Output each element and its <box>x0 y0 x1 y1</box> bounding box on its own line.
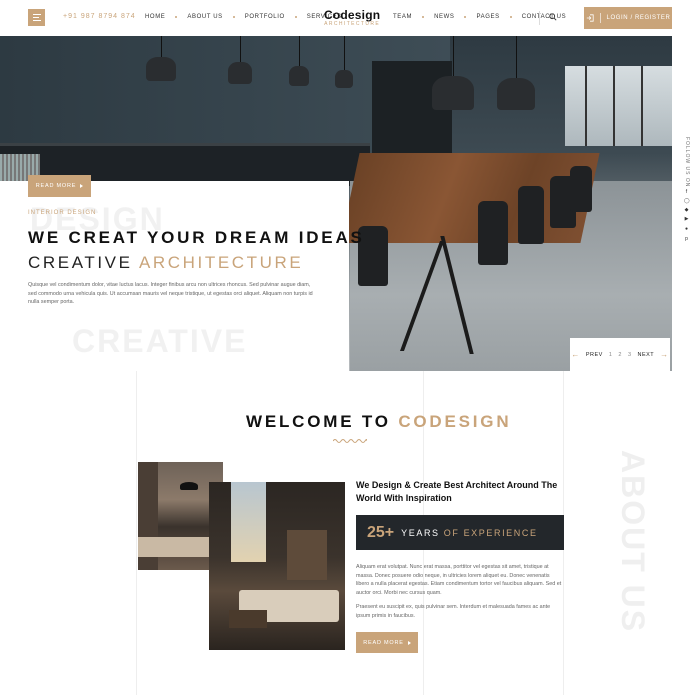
divider <box>599 13 601 23</box>
nav-item-team[interactable]: TEAM <box>393 14 412 20</box>
pinterest-icon[interactable]: p <box>684 237 689 242</box>
hero-subtitle-plain: CREATIVE <box>28 253 133 272</box>
facebook-icon[interactable]: f <box>684 190 689 195</box>
living-room-image <box>209 482 345 650</box>
welcome-title-accent: CODESIGN <box>398 412 512 431</box>
about-us-ghost-text: ABOUT US <box>615 450 651 634</box>
arrow-right-icon <box>407 640 411 645</box>
logo-title: Codesign <box>324 8 381 22</box>
search-icon[interactable] <box>549 13 557 21</box>
divider <box>539 11 540 25</box>
hero-subtitle-accent: ARCHITECTURE <box>138 253 304 272</box>
experience-box: 25+ YEARS OF EXPERIENCE <box>356 515 564 550</box>
slider-nav: ← PREV 1 2 3 NEXT → <box>570 338 670 371</box>
nav-item-pages[interactable]: PAGES <box>476 14 499 20</box>
nav-dot <box>464 16 467 18</box>
nav-item-news[interactable]: NEWS <box>434 14 454 20</box>
experience-years: YEARS <box>401 527 440 538</box>
site-logo[interactable]: Codesign ARCHITECTURE <box>324 8 380 27</box>
hero-card: DESIGN CREATIVE INTERIOR DESIGN WE CREAT… <box>0 181 362 371</box>
site-header: +91 987 8794 874 HOME ABOUT US PORTFOLIO… <box>0 0 700 36</box>
wavy-divider-icon <box>333 439 367 443</box>
about-read-more-button[interactable]: READ MORE <box>356 632 418 653</box>
nav-item-about-us[interactable]: ABOUT US <box>187 14 222 20</box>
nav-item-home[interactable]: HOME <box>145 14 165 20</box>
experience-accent: OF EXPERIENCE <box>443 527 538 538</box>
nav-right: TEAM NEWS PAGES CONTACT US <box>393 14 566 20</box>
about-heading: We Design & Create Best Architect Around… <box>356 480 558 503</box>
nav-dot <box>509 16 512 18</box>
nav-dot <box>175 16 178 18</box>
slider-page[interactable]: 1 <box>609 352 613 358</box>
hero-tag: INTERIOR DESIGN <box>28 210 97 216</box>
grid-line <box>136 371 137 695</box>
about-paragraph: Praesent eu suscipit ex, quis pulvinar s… <box>356 604 551 619</box>
slider-next[interactable]: NEXT <box>638 352 655 358</box>
hero-title: WE CREAT YOUR DREAM IDEAS <box>28 228 365 247</box>
ghost-text: CREATIVE <box>72 323 248 359</box>
follow-us-label: FOLLOW US ON <box>684 137 690 188</box>
login-label: LOGIN / REGISTER <box>606 15 671 21</box>
about-paragraph: Aliquam erat volutpat. Nunc erat massa, … <box>356 564 562 596</box>
hero-description: Quisque vel condimentum dolor, vitae luc… <box>28 282 313 306</box>
youtube-icon[interactable]: ▶ <box>684 217 689 222</box>
welcome-title-plain: WELCOME TO <box>246 412 391 431</box>
arrow-right-icon <box>80 184 84 188</box>
hero-slider: DESIGN CREATIVE INTERIOR DESIGN WE CREAT… <box>0 36 672 371</box>
nav-item-portfolio[interactable]: PORTFOLIO <box>245 14 285 20</box>
arrow-right-icon[interactable]: → <box>660 350 669 359</box>
skype-icon[interactable]: ● <box>684 227 689 232</box>
phone-number[interactable]: +91 987 8794 874 <box>63 13 136 20</box>
read-more-label: READ MORE <box>363 639 404 646</box>
experience-text: YEARS OF EXPERIENCE <box>401 528 537 538</box>
nav-dot <box>294 16 297 18</box>
twitter-icon[interactable]: ◆ <box>684 208 689 213</box>
slider-prev[interactable]: PREV <box>586 352 603 358</box>
nav-dot <box>422 16 425 18</box>
login-register-button[interactable]: LOGIN / REGISTER <box>584 7 672 29</box>
hero-subtitle: CREATIVE ARCHITECTURE <box>28 253 303 273</box>
slider-page[interactable]: 2 <box>618 352 622 358</box>
login-icon <box>586 14 594 22</box>
slider-page[interactable]: 3 <box>628 352 632 358</box>
instagram-icon[interactable]: ◯ <box>684 199 690 204</box>
arrow-left-icon[interactable]: ← <box>571 350 580 359</box>
hamburger-menu-icon[interactable] <box>28 9 45 26</box>
nav-dot <box>232 16 235 18</box>
welcome-title: WELCOME TO CODESIGN <box>246 412 511 432</box>
experience-number: 25+ <box>367 523 395 541</box>
nav-left: HOME ABOUT US PORTFOLIO SERVICES <box>145 14 342 20</box>
hero-read-more-button[interactable]: READ MORE <box>28 175 91 197</box>
read-more-label: READ MORE <box>35 183 77 189</box>
nav-item-contact-us[interactable]: CONTACT US <box>522 14 566 20</box>
logo-subtitle: ARCHITECTURE <box>324 21 381 27</box>
